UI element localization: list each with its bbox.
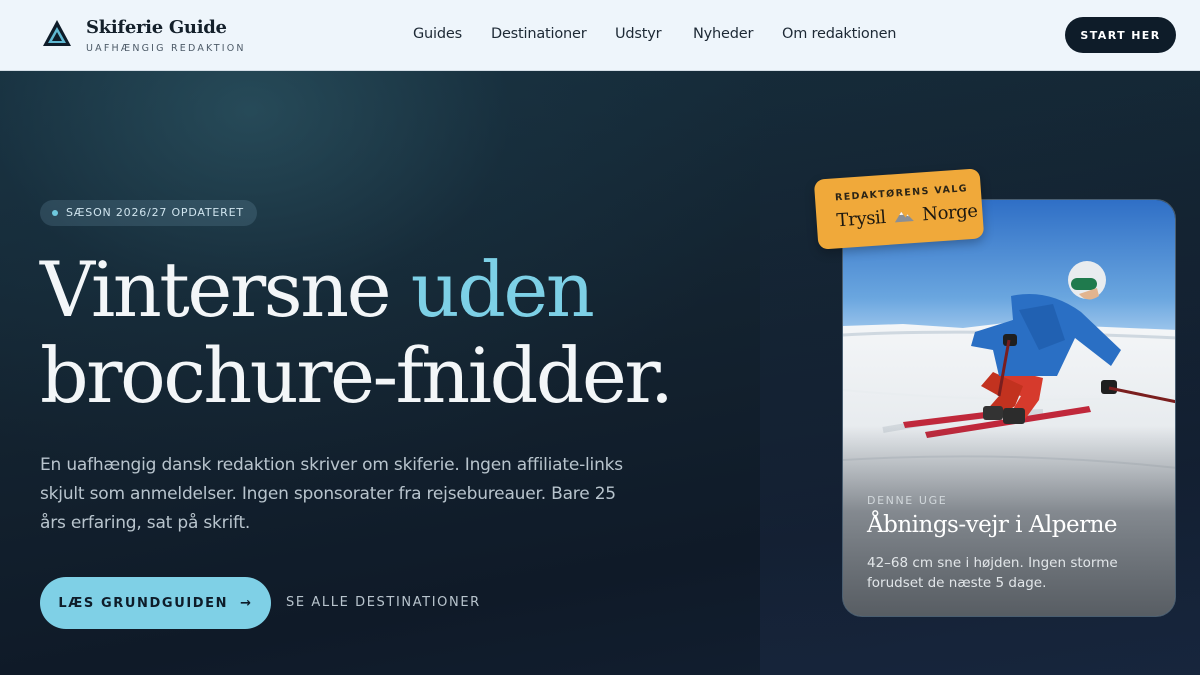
season-badge-label: SÆSON 2026/27 OPDATERET [66,206,244,219]
nav-item-om-redaktionen[interactable]: Om redaktionen [782,26,896,42]
hero-lead: En uafhængig dansk redaktion skriver om … [40,455,623,533]
read-guide-button[interactable]: LÆS GRUNDGUIDEN → [40,577,271,629]
read-guide-button-label: LÆS GRUNDGUIDEN [58,595,229,611]
feature-card[interactable]: DENNE UGE Åbnings-vejr i Alperne 42–68 c… [842,199,1176,617]
nav-item-destinationer[interactable]: Destinationer [491,26,587,42]
mountain-triangle-icon[interactable] [42,18,72,48]
card-text: 42–68 cm sne i højden. Ingen storme foru… [867,555,1118,591]
nav-item-udstyr[interactable]: Udstyr [615,26,662,42]
brand-tagline: UAFHÆNGIG REDAKTION [86,43,246,54]
brand-name[interactable]: Skiferie Guide [86,17,227,38]
headline-line1: Vintersne [40,245,392,334]
arrow-right-icon: → [240,595,253,611]
sticker-title: Trysil Norge [836,201,978,232]
card-kicker: DENNE UGE [867,494,948,507]
card-title: Åbnings-vejr i Alperne [867,512,1118,538]
sticker-title-right: Norge [921,200,979,226]
hero-section: SÆSON 2026/27 OPDATERET Vintersne uden b… [0,71,1200,675]
season-badge: SÆSON 2026/27 OPDATERET [40,200,257,226]
status-dot-icon [52,210,58,216]
see-all-destinations-link[interactable]: SE ALLE DESTINATIONER [286,595,481,610]
sticker-label: REDAKTØRENS VALG [834,183,969,204]
mountain-icon [895,211,915,223]
start-here-button[interactable]: START HER [1065,17,1176,53]
hero-headline: Vintersne uden brochure-fnidder. [40,245,674,420]
editors-choice-sticker[interactable]: REDAKTØRENS VALG Trysil Norge [813,168,985,250]
nav-item-nyheder[interactable]: Nyheder [693,26,753,42]
sticker-title-left: Trysil [835,206,887,232]
headline-accent: uden [410,245,595,334]
nav-item-guides[interactable]: Guides [413,26,462,42]
headline-line2: brochure-fnidder. [40,331,674,420]
site-header: Skiferie Guide UAFHÆNGIG REDAKTION Guide… [0,0,1200,71]
